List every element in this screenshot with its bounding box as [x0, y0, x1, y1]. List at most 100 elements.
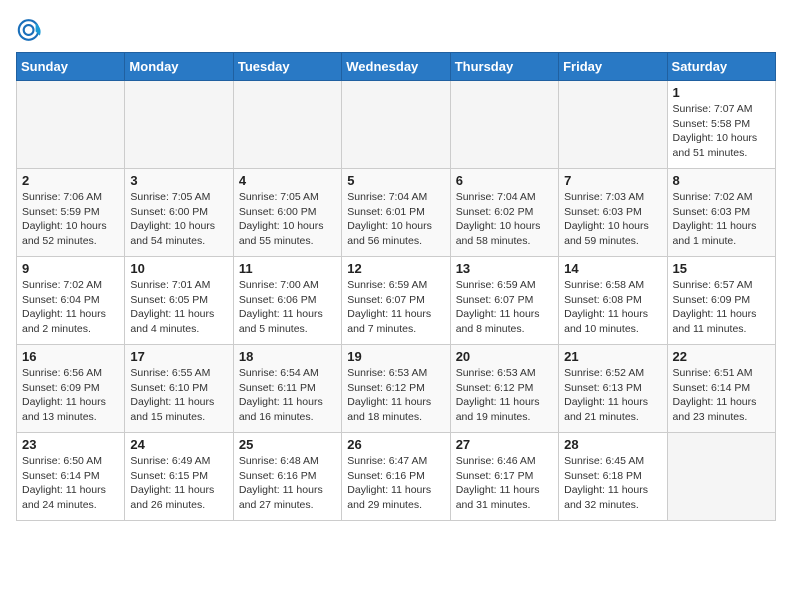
day-info: Sunrise: 6:53 AM Sunset: 6:12 PM Dayligh…	[347, 366, 444, 425]
day-number: 25	[239, 437, 336, 452]
day-number: 16	[22, 349, 119, 364]
day-number: 13	[456, 261, 553, 276]
week-row: 9 Sunrise: 7:02 AM Sunset: 6:04 PM Daylig…	[17, 257, 776, 345]
day-cell: 13 Sunrise: 6:59 AM Sunset: 6:07 PM Dayli…	[450, 257, 558, 345]
day-cell: 14Sunrise: 6:58 AM Sunset: 6:08 PM Dayli…	[559, 257, 667, 345]
day-cell: 20 Sunrise: 6:53 AM Sunset: 6:12 PM Dayli…	[450, 345, 558, 433]
day-number: 4	[239, 173, 336, 188]
day-number: 28	[564, 437, 661, 452]
header-day: Wednesday	[342, 53, 450, 81]
day-cell: 7Sunrise: 7:03 AM Sunset: 6:03 PM Daylig…	[559, 169, 667, 257]
day-number: 18	[239, 349, 336, 364]
day-info: Sunrise: 6:59 AM Sunset: 6:07 PM Dayligh…	[347, 278, 444, 337]
day-info: Sunrise: 7:00 AM Sunset: 6:06 PM Dayligh…	[239, 278, 336, 337]
day-cell: 15 Sunrise: 6:57 AM Sunset: 6:09 PM Dayli…	[667, 257, 775, 345]
day-info: Sunrise: 6:46 AM Sunset: 6:17 PM Dayligh…	[456, 454, 553, 513]
day-cell: 18 Sunrise: 6:54 AM Sunset: 6:11 PM Dayli…	[233, 345, 341, 433]
week-row: 23 Sunrise: 6:50 AM Sunset: 6:14 PM Dayli…	[17, 433, 776, 521]
day-cell: 4 Sunrise: 7:05 AM Sunset: 6:00 PM Daylig…	[233, 169, 341, 257]
day-cell: 1 Sunrise: 7:07 AM Sunset: 5:58 PM Daylig…	[667, 81, 775, 169]
header-day: Thursday	[450, 53, 558, 81]
day-info: Sunrise: 6:52 AM Sunset: 6:13 PM Dayligh…	[564, 366, 661, 425]
day-number: 10	[130, 261, 227, 276]
day-cell: 28 Sunrise: 6:45 AM Sunset: 6:18 PM Dayli…	[559, 433, 667, 521]
day-info: Sunrise: 7:01 AM Sunset: 6:05 PM Dayligh…	[130, 278, 227, 337]
day-cell: 11Sunrise: 7:00 AM Sunset: 6:06 PM Dayli…	[233, 257, 341, 345]
day-info: Sunrise: 7:05 AM Sunset: 6:00 PM Dayligh…	[130, 190, 227, 249]
logo	[16, 16, 48, 44]
day-info: Sunrise: 7:02 AM Sunset: 6:03 PM Dayligh…	[673, 190, 770, 249]
day-info: Sunrise: 7:06 AM Sunset: 5:59 PM Dayligh…	[22, 190, 119, 249]
day-info: Sunrise: 6:53 AM Sunset: 6:12 PM Dayligh…	[456, 366, 553, 425]
calendar-table: SundayMondayTuesdayWednesdayThursdayFrid…	[16, 52, 776, 521]
day-cell	[342, 81, 450, 169]
day-info: Sunrise: 6:56 AM Sunset: 6:09 PM Dayligh…	[22, 366, 119, 425]
day-number: 12	[347, 261, 444, 276]
day-info: Sunrise: 6:57 AM Sunset: 6:09 PM Dayligh…	[673, 278, 770, 337]
day-number: 3	[130, 173, 227, 188]
header-day: Sunday	[17, 53, 125, 81]
day-cell	[559, 81, 667, 169]
day-info: Sunrise: 7:07 AM Sunset: 5:58 PM Dayligh…	[673, 102, 770, 161]
day-info: Sunrise: 6:59 AM Sunset: 6:07 PM Dayligh…	[456, 278, 553, 337]
day-cell: 21 Sunrise: 6:52 AM Sunset: 6:13 PM Dayli…	[559, 345, 667, 433]
day-cell: 27 Sunrise: 6:46 AM Sunset: 6:17 PM Dayli…	[450, 433, 558, 521]
day-number: 22	[673, 349, 770, 364]
day-number: 21	[564, 349, 661, 364]
header-day: Saturday	[667, 53, 775, 81]
day-cell	[450, 81, 558, 169]
day-number: 9	[22, 261, 119, 276]
day-number: 14	[564, 261, 661, 276]
day-number: 24	[130, 437, 227, 452]
week-row: 2 Sunrise: 7:06 AM Sunset: 5:59 PM Daylig…	[17, 169, 776, 257]
header-day: Tuesday	[233, 53, 341, 81]
week-row: 16 Sunrise: 6:56 AM Sunset: 6:09 PM Dayli…	[17, 345, 776, 433]
day-cell: 23 Sunrise: 6:50 AM Sunset: 6:14 PM Dayli…	[17, 433, 125, 521]
header-day: Monday	[125, 53, 233, 81]
day-number: 15	[673, 261, 770, 276]
day-cell: 3 Sunrise: 7:05 AM Sunset: 6:00 PM Daylig…	[125, 169, 233, 257]
day-cell: 9 Sunrise: 7:02 AM Sunset: 6:04 PM Daylig…	[17, 257, 125, 345]
day-info: Sunrise: 6:54 AM Sunset: 6:11 PM Dayligh…	[239, 366, 336, 425]
day-info: Sunrise: 6:45 AM Sunset: 6:18 PM Dayligh…	[564, 454, 661, 513]
header-day: Friday	[559, 53, 667, 81]
week-row: 1 Sunrise: 7:07 AM Sunset: 5:58 PM Daylig…	[17, 81, 776, 169]
day-cell	[125, 81, 233, 169]
day-info: Sunrise: 6:50 AM Sunset: 6:14 PM Dayligh…	[22, 454, 119, 513]
day-info: Sunrise: 6:51 AM Sunset: 6:14 PM Dayligh…	[673, 366, 770, 425]
day-cell: 25 Sunrise: 6:48 AM Sunset: 6:16 PM Dayli…	[233, 433, 341, 521]
day-cell: 24 Sunrise: 6:49 AM Sunset: 6:15 PM Dayli…	[125, 433, 233, 521]
day-number: 1	[673, 85, 770, 100]
day-cell: 26 Sunrise: 6:47 AM Sunset: 6:16 PM Dayli…	[342, 433, 450, 521]
day-cell: 16 Sunrise: 6:56 AM Sunset: 6:09 PM Dayli…	[17, 345, 125, 433]
day-number: 17	[130, 349, 227, 364]
day-number: 7	[564, 173, 661, 188]
day-number: 5	[347, 173, 444, 188]
day-number: 27	[456, 437, 553, 452]
day-cell: 2 Sunrise: 7:06 AM Sunset: 5:59 PM Daylig…	[17, 169, 125, 257]
day-info: Sunrise: 6:47 AM Sunset: 6:16 PM Dayligh…	[347, 454, 444, 513]
day-number: 6	[456, 173, 553, 188]
day-info: Sunrise: 7:05 AM Sunset: 6:00 PM Dayligh…	[239, 190, 336, 249]
day-info: Sunrise: 6:55 AM Sunset: 6:10 PM Dayligh…	[130, 366, 227, 425]
day-cell: 19Sunrise: 6:53 AM Sunset: 6:12 PM Dayli…	[342, 345, 450, 433]
day-cell: 8 Sunrise: 7:02 AM Sunset: 6:03 PM Daylig…	[667, 169, 775, 257]
day-cell: 12 Sunrise: 6:59 AM Sunset: 6:07 PM Dayli…	[342, 257, 450, 345]
day-number: 2	[22, 173, 119, 188]
header-row: SundayMondayTuesdayWednesdayThursdayFrid…	[17, 53, 776, 81]
day-info: Sunrise: 7:04 AM Sunset: 6:02 PM Dayligh…	[456, 190, 553, 249]
day-info: Sunrise: 7:02 AM Sunset: 6:04 PM Dayligh…	[22, 278, 119, 337]
day-cell	[17, 81, 125, 169]
day-number: 26	[347, 437, 444, 452]
day-cell	[667, 433, 775, 521]
day-cell: 17 Sunrise: 6:55 AM Sunset: 6:10 PM Dayli…	[125, 345, 233, 433]
logo-icon	[16, 16, 44, 44]
day-cell	[233, 81, 341, 169]
day-info: Sunrise: 6:49 AM Sunset: 6:15 PM Dayligh…	[130, 454, 227, 513]
day-number: 20	[456, 349, 553, 364]
day-number: 8	[673, 173, 770, 188]
day-number: 23	[22, 437, 119, 452]
page-header	[16, 16, 776, 44]
day-cell: 5Sunrise: 7:04 AM Sunset: 6:01 PM Daylig…	[342, 169, 450, 257]
day-info: Sunrise: 6:48 AM Sunset: 6:16 PM Dayligh…	[239, 454, 336, 513]
